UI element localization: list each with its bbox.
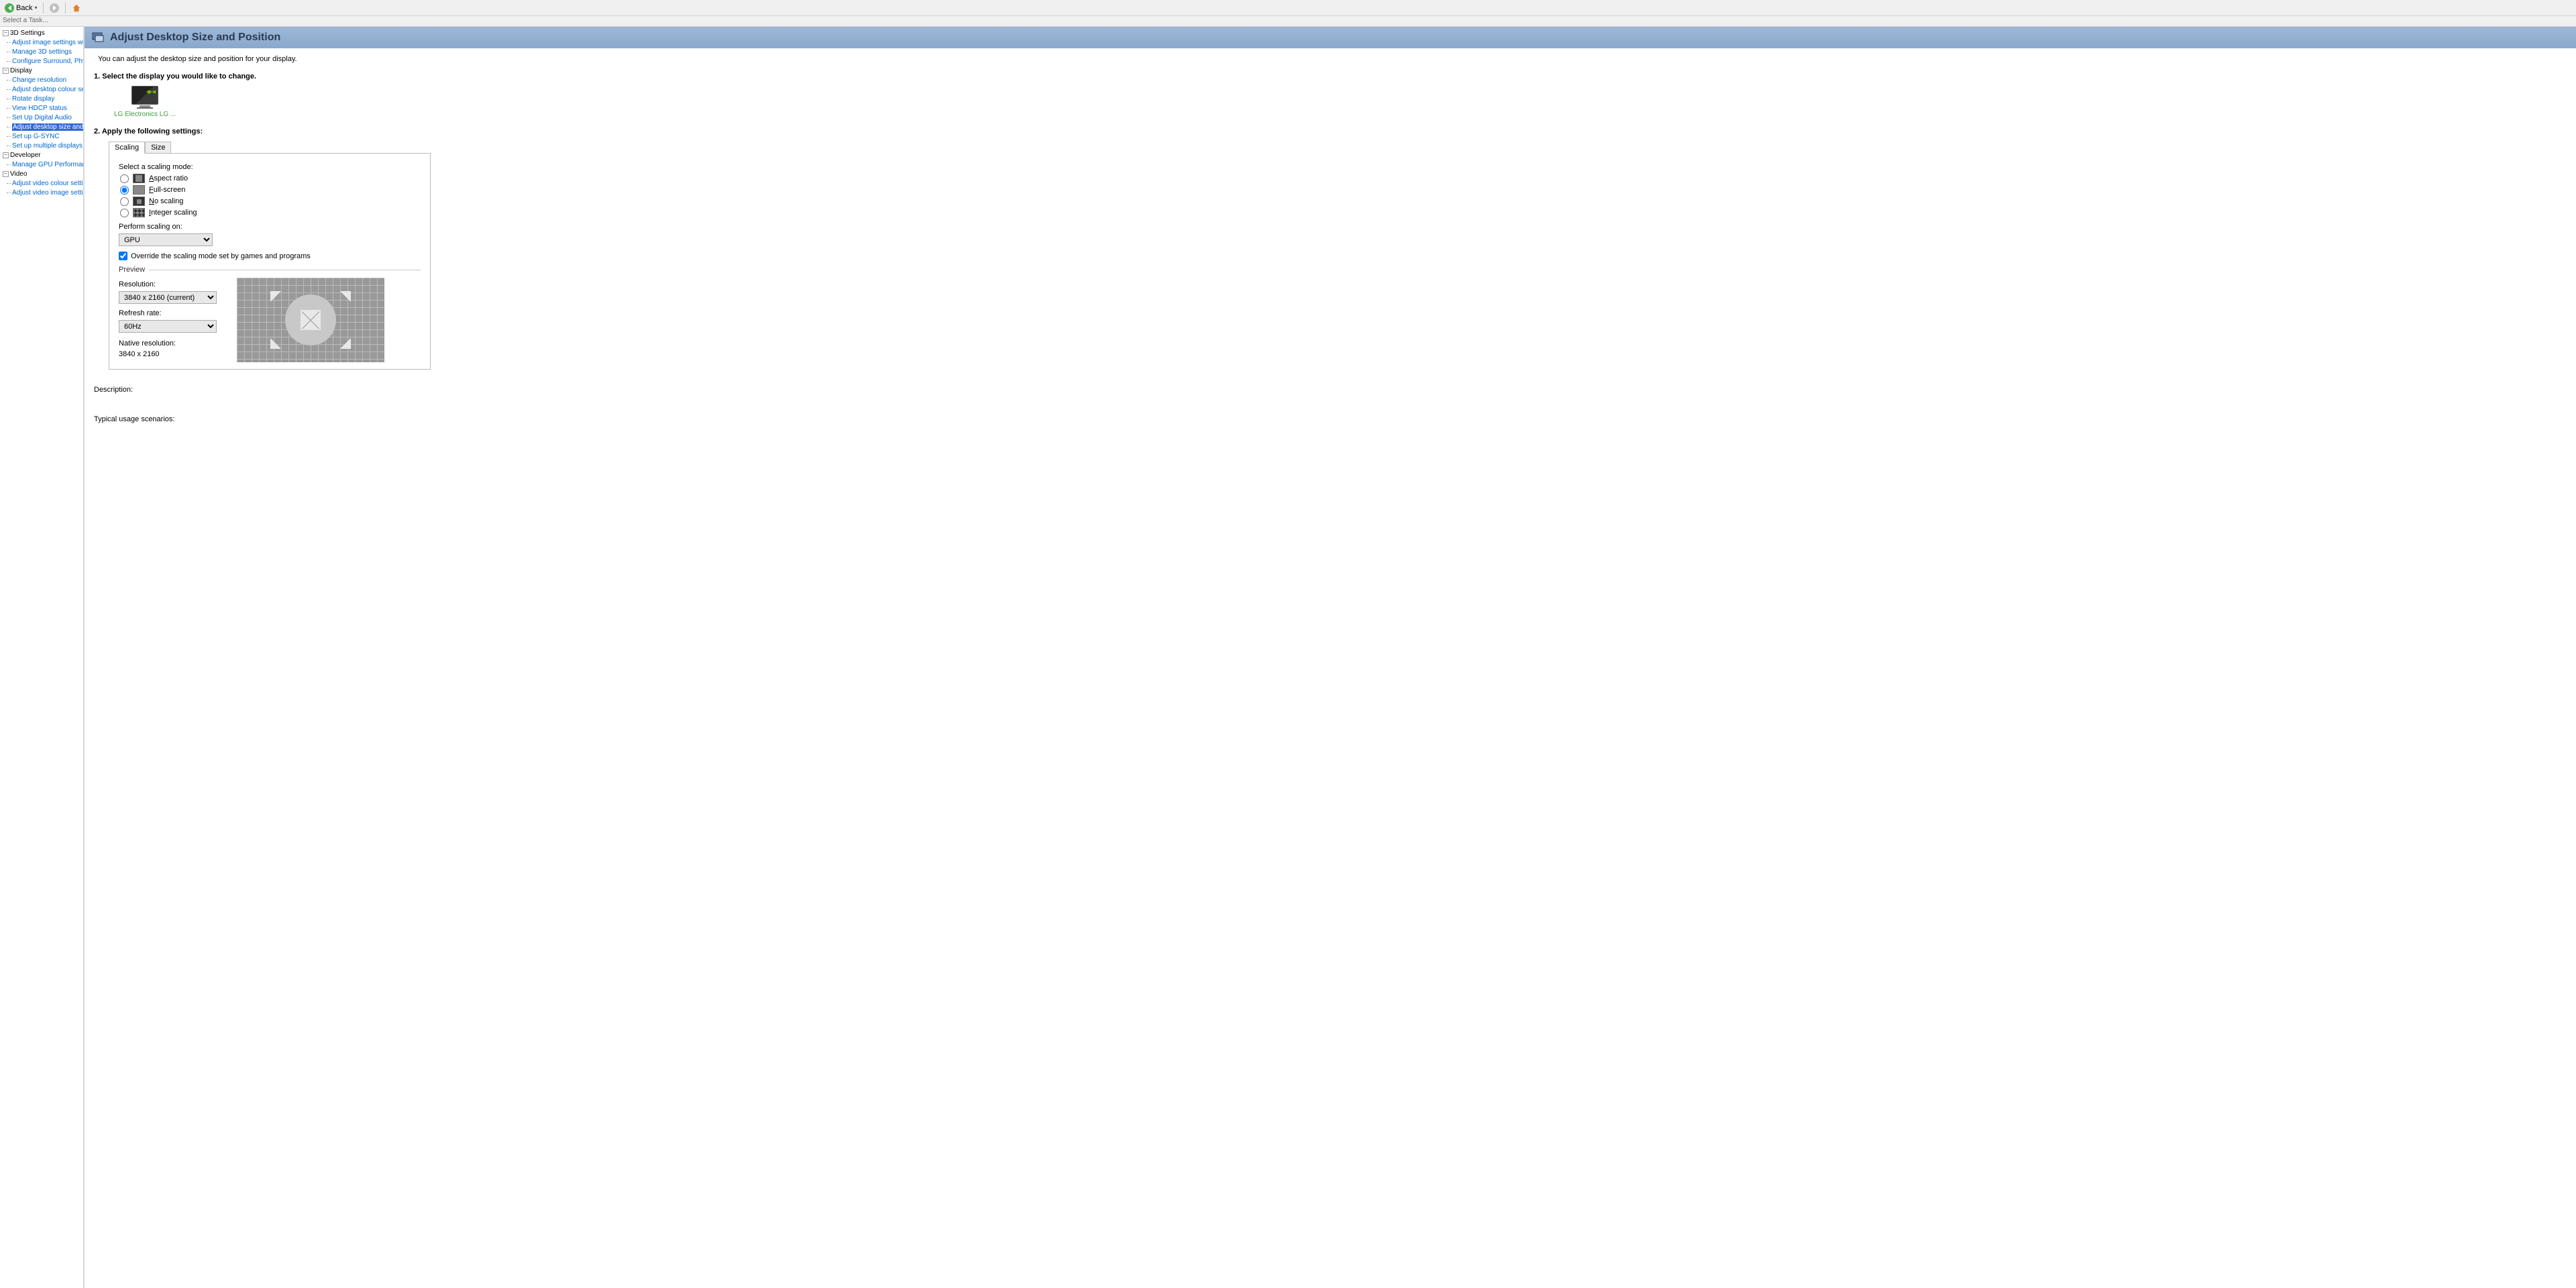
- forward-button[interactable]: [48, 3, 61, 13]
- integer-scaling-icon: [133, 208, 145, 217]
- tree-item-hdcp-status[interactable]: View HDCP status: [0, 103, 83, 113]
- tree-item-gsync[interactable]: Set up G-SYNC: [0, 131, 83, 141]
- step1-title: 1. Select the display you would like to …: [94, 72, 2567, 80]
- toolbar-separator: [65, 3, 66, 13]
- preview-label: Preview: [119, 266, 145, 274]
- refresh-label: Refresh rate:: [119, 309, 219, 317]
- back-label: Back: [16, 4, 32, 12]
- tab-size[interactable]: Size: [145, 142, 171, 154]
- settings-tabs: Scaling Size: [109, 141, 2567, 153]
- tree-item-video-image[interactable]: Adjust video image settings: [0, 188, 83, 197]
- preview-corner-bl: [270, 338, 281, 349]
- radio-integer-scaling[interactable]: Integer scaling: [120, 208, 421, 217]
- preview-corner-br: [340, 338, 351, 349]
- tree-cat-display[interactable]: − Display: [0, 66, 83, 75]
- tree-item-adjust-image-preview[interactable]: Adjust image settings with preview: [0, 38, 83, 47]
- preview-x: [301, 310, 321, 330]
- back-icon: [5, 3, 14, 13]
- radio-fullscreen-label: Full-screen: [149, 186, 185, 194]
- override-checkbox[interactable]: [119, 252, 127, 260]
- tree-cat-video[interactable]: − Video: [0, 169, 83, 178]
- native-res-value: 3840 x 2160: [119, 350, 219, 358]
- home-button[interactable]: [70, 3, 83, 13]
- monitor-resize-icon: [91, 31, 105, 44]
- preview-corner-tl: [270, 291, 281, 302]
- radio-aspect-input[interactable]: [120, 174, 129, 183]
- page-title: Adjust Desktop Size and Position: [110, 32, 280, 44]
- native-res-label: Native resolution:: [119, 339, 219, 347]
- preview-corner-tr: [340, 291, 351, 302]
- override-checkbox-row[interactable]: Override the scaling mode set by games a…: [119, 252, 421, 260]
- toolbar: Back ▾: [0, 0, 2576, 16]
- intro-text: You can adjust the desktop size and posi…: [85, 48, 2576, 66]
- tree-item-video-colour[interactable]: Adjust video colour settings: [0, 178, 83, 188]
- radio-aspect-ratio[interactable]: Aspect ratio: [120, 174, 421, 183]
- sidebar-tree: − 3D Settings Adjust image settings with…: [0, 27, 85, 1288]
- tab-scaling[interactable]: Scaling: [109, 142, 145, 154]
- tree-item-desktop-size-position[interactable]: Adjust desktop size and position: [0, 122, 83, 131]
- toolbar-separator: [43, 3, 44, 13]
- radio-no-scaling[interactable]: No scaling: [120, 197, 421, 206]
- radio-aspect-label: Aspect ratio: [149, 174, 188, 182]
- tree-item-surround-physx[interactable]: Configure Surround, PhysX: [0, 56, 83, 66]
- tree-item-multiple-displays[interactable]: Set up multiple displays: [0, 141, 83, 150]
- radio-fullscreen[interactable]: Full-screen: [120, 185, 421, 195]
- display-selector[interactable]: LG Electronics LG ...: [114, 86, 176, 118]
- monitor-base: [137, 107, 153, 109]
- radio-integer-label: Integer scaling: [149, 209, 197, 217]
- tree-cat-3d[interactable]: − 3D Settings: [0, 28, 83, 38]
- collapse-icon[interactable]: −: [3, 68, 9, 74]
- step2-title: 2. Apply the following settings:: [94, 127, 2567, 136]
- perform-scaling-select[interactable]: GPU: [119, 233, 213, 246]
- preview-grid: [237, 278, 384, 362]
- usage-label: Typical usage scenarios:: [85, 395, 2576, 425]
- forward-icon: [50, 3, 59, 13]
- radio-integer-input[interactable]: [120, 209, 129, 217]
- scaling-panel: Select a scaling mode: Aspect ratio Full…: [109, 153, 431, 370]
- tree-item-desktop-colour[interactable]: Adjust desktop colour settings: [0, 85, 83, 94]
- fullscreen-icon: [133, 185, 145, 195]
- task-search[interactable]: Select a Task...: [0, 16, 2576, 27]
- home-icon: [72, 3, 81, 13]
- tree-item-manage-3d[interactable]: Manage 3D settings: [0, 47, 83, 56]
- override-label: Override the scaling mode set by games a…: [131, 252, 311, 260]
- display-name: LG Electronics LG ...: [114, 111, 176, 118]
- back-dropdown-icon[interactable]: ▾: [34, 5, 37, 11]
- tree-item-rotate-display[interactable]: Rotate display: [0, 94, 83, 103]
- resolution-label: Resolution:: [119, 280, 219, 288]
- task-search-placeholder: Select a Task...: [3, 17, 48, 24]
- refresh-select[interactable]: 60Hz: [119, 320, 217, 333]
- monitor-icon: [131, 86, 158, 105]
- collapse-icon[interactable]: −: [3, 152, 9, 158]
- scaling-mode-label: Select a scaling mode:: [119, 163, 421, 171]
- collapse-icon[interactable]: −: [3, 171, 9, 177]
- radio-fullscreen-input[interactable]: [120, 186, 129, 195]
- resolution-select[interactable]: 3840 x 2160 (current): [119, 291, 217, 304]
- tree-item-change-resolution[interactable]: Change resolution: [0, 75, 83, 85]
- aspect-ratio-icon: [133, 174, 145, 183]
- collapse-icon[interactable]: −: [3, 30, 9, 36]
- radio-noscaling-label: No scaling: [149, 197, 183, 205]
- content-area: Adjust Desktop Size and Position You can…: [85, 27, 2576, 1288]
- back-button[interactable]: Back ▾: [3, 3, 39, 13]
- description-label: Description:: [85, 376, 2576, 395]
- perform-scaling-label: Perform scaling on:: [119, 223, 421, 231]
- radio-noscaling-input[interactable]: [120, 197, 129, 206]
- tree-cat-developer[interactable]: − Developer: [0, 150, 83, 160]
- page-header: Adjust Desktop Size and Position: [85, 27, 2576, 48]
- tree-item-gpu-perf-counters[interactable]: Manage GPU Performance Counters: [0, 160, 83, 169]
- no-scaling-icon: [133, 197, 145, 206]
- tree-item-digital-audio[interactable]: Set Up Digital Audio: [0, 113, 83, 122]
